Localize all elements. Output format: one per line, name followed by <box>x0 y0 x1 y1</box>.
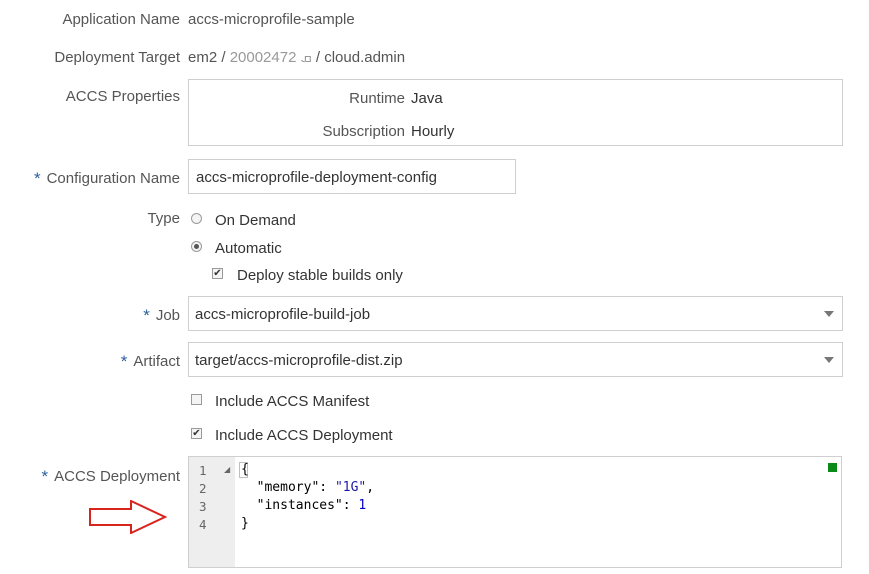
required-indicator: * <box>41 467 49 486</box>
include-manifest-checkbox[interactable] <box>191 394 202 405</box>
accs-properties-panel: Runtime Java Subscription Hourly <box>188 79 843 146</box>
line-number: 2 <box>199 481 207 496</box>
deployment-target-region: em2 / <box>188 49 230 66</box>
artifact-select[interactable]: target/accs-microprofile-dist.zip <box>188 342 843 377</box>
code-line-4: } <box>241 516 249 531</box>
job-label: * Job <box>143 305 180 325</box>
configuration-name-input[interactable]: accs-microprofile-deployment-config <box>188 159 516 194</box>
required-indicator: * <box>120 352 128 371</box>
artifact-label-text: Artifact <box>133 353 180 370</box>
deployment-target-masked-id: ܩ 20002472 <box>229 49 312 66</box>
configuration-name-label: * Configuration Name <box>34 168 180 188</box>
type-automatic-radio[interactable] <box>191 241 202 252</box>
subscription-value: Hourly <box>411 123 455 140</box>
line-number: 4 <box>199 517 207 532</box>
editor-gutter: 1 2 3 4 ◢ <box>189 457 235 567</box>
artifact-label: * Artifact <box>121 351 180 371</box>
accs-deployment-label: * ACCS Deployment <box>41 466 180 486</box>
type-label: Type <box>147 210 180 227</box>
deployment-target-value: em2 / ܩ 20002472 / cloud.admin <box>188 49 405 66</box>
include-deployment-checkbox[interactable]: ✔ <box>191 428 202 439</box>
deploy-stable-label[interactable]: Deploy stable builds only <box>237 267 403 284</box>
code-key: "memory" <box>241 480 320 495</box>
accs-deployment-label-text: ACCS Deployment <box>54 468 180 485</box>
validation-status-icon <box>828 463 837 472</box>
code-line-3: "instances": 1 <box>241 498 367 513</box>
required-indicator: * <box>143 306 150 325</box>
code-line-1: { <box>241 462 249 477</box>
fold-toggle-icon[interactable]: ◢ <box>224 465 230 474</box>
required-indicator: * <box>33 169 41 188</box>
application-name-value: accs-microprofile-sample <box>188 11 355 28</box>
accs-deployment-code-editor[interactable]: 1 2 3 4 ◢ { "memory": "1G", "instances":… <box>188 456 842 568</box>
deploy-stable-checkbox[interactable]: ✔ <box>212 268 223 279</box>
deployment-target-label: Deployment Target <box>54 49 180 66</box>
chevron-down-icon[interactable] <box>824 357 834 363</box>
include-manifest-label[interactable]: Include ACCS Manifest <box>215 393 369 410</box>
code-key: "instances" <box>241 498 343 513</box>
line-number: 1 <box>199 463 207 478</box>
application-name-label: Application Name <box>62 11 180 28</box>
runtime-label: Runtime <box>349 90 405 107</box>
code-string: "1G" <box>334 480 367 495</box>
type-on-demand-radio[interactable] <box>191 213 202 224</box>
deployment-target-user: / cloud.admin <box>311 49 406 66</box>
accs-properties-label: ACCS Properties <box>65 88 180 105</box>
job-label-text: Job <box>155 307 180 324</box>
red-arrow-icon <box>89 500 168 534</box>
code-line-2: "memory": "1G", <box>241 480 374 495</box>
include-deployment-label[interactable]: Include ACCS Deployment <box>215 427 393 444</box>
job-select[interactable]: accs-microprofile-build-job <box>188 296 843 331</box>
chevron-down-icon[interactable] <box>824 311 834 317</box>
code-separator: : <box>342 498 359 513</box>
configuration-name-label-text: Configuration Name <box>46 170 180 187</box>
artifact-select-value: target/accs-microprofile-dist.zip <box>195 352 403 369</box>
line-number: 3 <box>199 499 207 514</box>
type-on-demand-label[interactable]: On Demand <box>215 212 296 229</box>
subscription-label: Subscription <box>322 123 405 140</box>
code-comma: , <box>366 480 375 495</box>
runtime-value: Java <box>411 90 443 107</box>
code-number: 1 <box>358 498 367 513</box>
job-select-value: accs-microprofile-build-job <box>195 306 371 323</box>
code-separator: : <box>319 480 335 495</box>
type-automatic-label[interactable]: Automatic <box>215 240 282 257</box>
